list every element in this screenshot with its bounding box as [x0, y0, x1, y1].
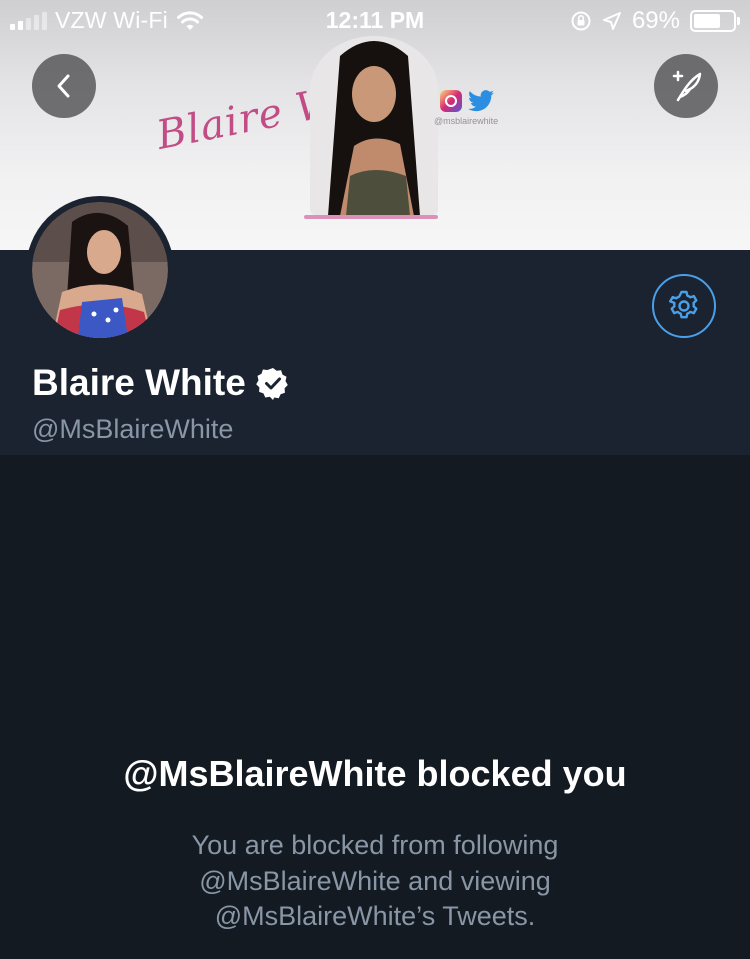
twitter-bird-icon [468, 90, 494, 112]
compose-tweet-button[interactable] [654, 54, 718, 118]
banner-photo [310, 36, 438, 216]
profile-handle: @MsBlaireWhite [32, 414, 234, 444]
battery-percent: 69% [631, 7, 680, 34]
battery-icon [690, 10, 740, 32]
blocked-description: You are blocked from following @MsBlaire… [100, 828, 650, 935]
settings-button[interactable] [652, 274, 716, 338]
verified-badge-icon [256, 368, 288, 400]
display-name-row: Blaire White [32, 362, 290, 404]
banner-underline [304, 215, 438, 219]
back-button[interactable] [32, 54, 96, 118]
blocked-line: You are blocked from following [191, 830, 559, 860]
gear-icon [669, 290, 698, 319]
blocked-line: @MsBlaireWhite and viewing [199, 865, 551, 896]
blocked-line: @MsBlaireWhite’s Tweets. [214, 901, 536, 931]
instagram-icon [440, 90, 462, 112]
blocked-title: @MsBlaireWhite blocked you [123, 753, 627, 794]
compose-tweet-icon [672, 70, 702, 102]
location-arrow-icon [602, 12, 621, 30]
display-name: Blaire White [32, 362, 246, 403]
chevron-left-icon [57, 74, 70, 98]
social-icons [440, 90, 494, 112]
avatar[interactable] [26, 196, 174, 344]
status-bar: VZW Wi-Fi 12:11 PM 69% [0, 0, 750, 40]
banner-social-handle: @msblairewhite [434, 116, 499, 126]
rotation-lock-icon [571, 11, 591, 31]
